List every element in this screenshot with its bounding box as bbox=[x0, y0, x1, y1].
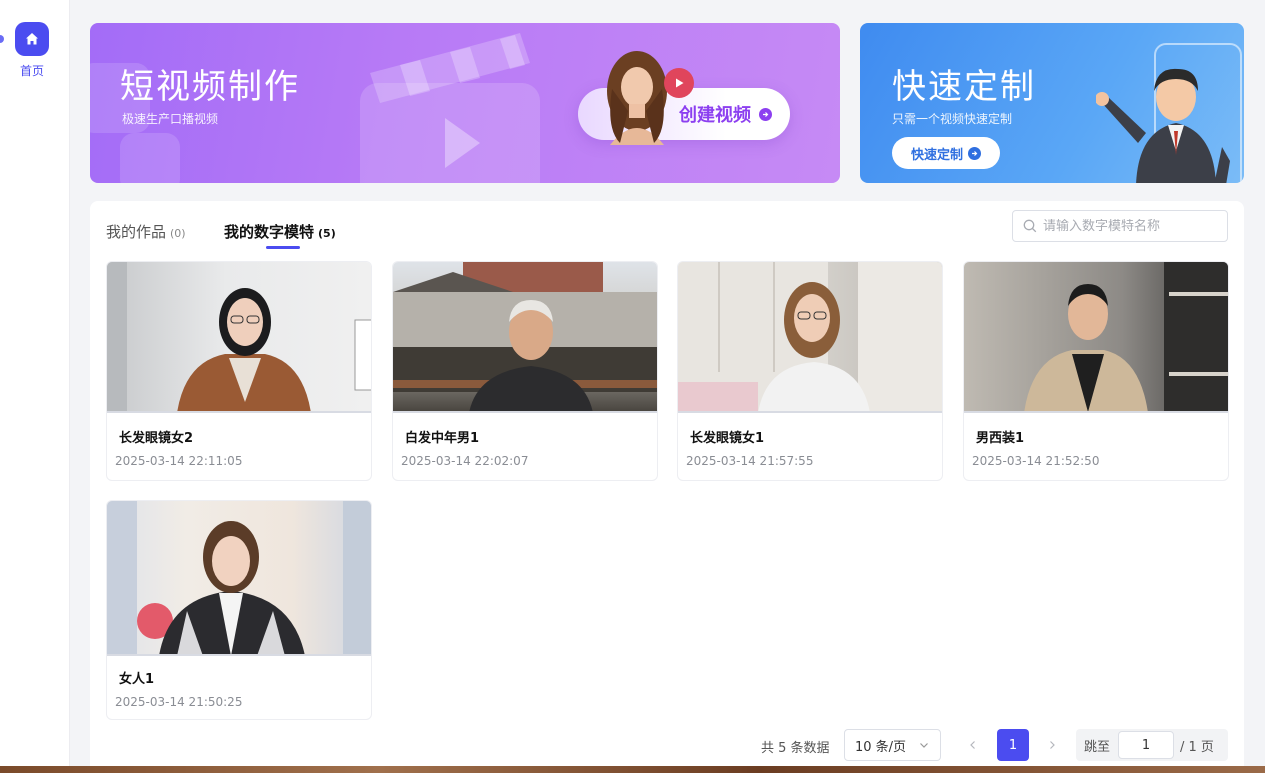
banner-title: 短视频制作 bbox=[120, 67, 300, 107]
tab-my-works[interactable]: 我的作品 (0) bbox=[106, 221, 186, 242]
decor-tile bbox=[120, 133, 180, 183]
page-size-select[interactable]: 10 条/页 bbox=[844, 729, 941, 761]
banner-title: 快速定制 bbox=[892, 67, 1036, 107]
model-card[interactable]: 白发中年男1 2025-03-14 22:02:07 bbox=[392, 261, 658, 481]
chevron-left-icon bbox=[970, 741, 975, 749]
model-created-time: 2025-03-14 21:52:50 bbox=[972, 454, 1100, 468]
chevron-down-icon bbox=[920, 743, 928, 748]
banner-subtitle: 极速生产口播视频 bbox=[122, 112, 219, 126]
model-thumbnail bbox=[678, 262, 942, 413]
model-created-time: 2025-03-14 22:02:07 bbox=[401, 454, 529, 468]
sidebar-item-home[interactable]: 首页 bbox=[12, 22, 52, 79]
play-icon bbox=[664, 68, 694, 98]
quick-custom-banner: 快速定制 只需一个视频快速定制 快速定制 bbox=[860, 23, 1244, 183]
clapperboard-illustration bbox=[360, 33, 540, 183]
model-card[interactable]: 长发眼镜女1 2025-03-14 21:57:55 bbox=[677, 261, 943, 481]
banner-subtitle: 只需一个视频快速定制 bbox=[892, 112, 1013, 126]
tab-count: (0) bbox=[170, 227, 186, 240]
model-card[interactable]: 长发眼镜女2 2025-03-14 22:11:05 bbox=[106, 261, 372, 481]
arrow-right-icon bbox=[968, 146, 981, 160]
model-created-time: 2025-03-14 21:50:25 bbox=[115, 695, 243, 709]
model-name: 男西装1 bbox=[976, 431, 1025, 446]
woman-avatar bbox=[607, 51, 667, 145]
total-pages: / 1 页 bbox=[1180, 739, 1214, 755]
model-created-time: 2025-03-14 21:57:55 bbox=[686, 454, 814, 468]
chevron-right-icon bbox=[1050, 741, 1055, 749]
sidebar-edge-indicator bbox=[0, 35, 4, 43]
prev-page-button[interactable] bbox=[957, 729, 989, 761]
page-jumper: 跳至 / 1 页 bbox=[1076, 729, 1228, 761]
search-icon bbox=[1023, 219, 1037, 233]
create-video-label: 创建视频 bbox=[679, 105, 751, 126]
model-thumbnail bbox=[393, 262, 657, 413]
model-thumbnail bbox=[964, 262, 1228, 413]
model-name: 女人1 bbox=[119, 672, 155, 687]
jump-label: 跳至 bbox=[1084, 739, 1111, 755]
sidebar: 首页 bbox=[0, 0, 70, 773]
next-page-button[interactable] bbox=[1036, 729, 1068, 761]
short-video-banner: 短视频制作 极速生产口播视频 创建视频 bbox=[90, 23, 840, 183]
model-name: 长发眼镜女1 bbox=[690, 431, 765, 446]
sidebar-item-label: 首页 bbox=[19, 64, 44, 78]
model-name: 白发中年男1 bbox=[405, 431, 480, 446]
arrow-right-icon bbox=[759, 107, 772, 121]
models-panel: 我的作品(0) 我的数字模特(5) 长发眼镜女2 2025-03-14 22:1… bbox=[90, 201, 1244, 773]
desktop-background-strip bbox=[0, 766, 1265, 773]
tab-count: (5) bbox=[318, 227, 336, 240]
model-card[interactable]: 女人1 2025-03-14 21:50:25 bbox=[106, 500, 372, 720]
jump-page-input[interactable] bbox=[1118, 731, 1175, 759]
home-icon bbox=[15, 22, 49, 56]
active-tab-indicator bbox=[266, 246, 300, 249]
model-card[interactable]: 男西装1 2025-03-14 21:52:50 bbox=[963, 261, 1229, 481]
model-thumbnail bbox=[107, 501, 371, 656]
tab-label: 我的数字模特 bbox=[224, 223, 315, 241]
tab-my-digital-models[interactable]: 我的数字模特 (5) bbox=[224, 221, 336, 242]
model-created-time: 2025-03-14 22:11:05 bbox=[115, 454, 243, 468]
search-box[interactable] bbox=[1012, 210, 1228, 242]
model-thumbnail bbox=[107, 262, 371, 413]
quick-custom-button[interactable]: 快速定制 bbox=[892, 137, 1000, 169]
businessman-illustration bbox=[1096, 68, 1230, 183]
page-size-value: 10 条/页 bbox=[855, 739, 907, 755]
page-number-current[interactable]: 1 bbox=[997, 729, 1029, 761]
quick-custom-label: 快速定制 bbox=[910, 147, 963, 163]
search-input[interactable] bbox=[1043, 218, 1213, 234]
pagination-total: 共 5 条数据 bbox=[761, 741, 830, 756]
tab-label: 我的作品 bbox=[106, 223, 167, 241]
model-name: 长发眼镜女2 bbox=[119, 431, 194, 446]
